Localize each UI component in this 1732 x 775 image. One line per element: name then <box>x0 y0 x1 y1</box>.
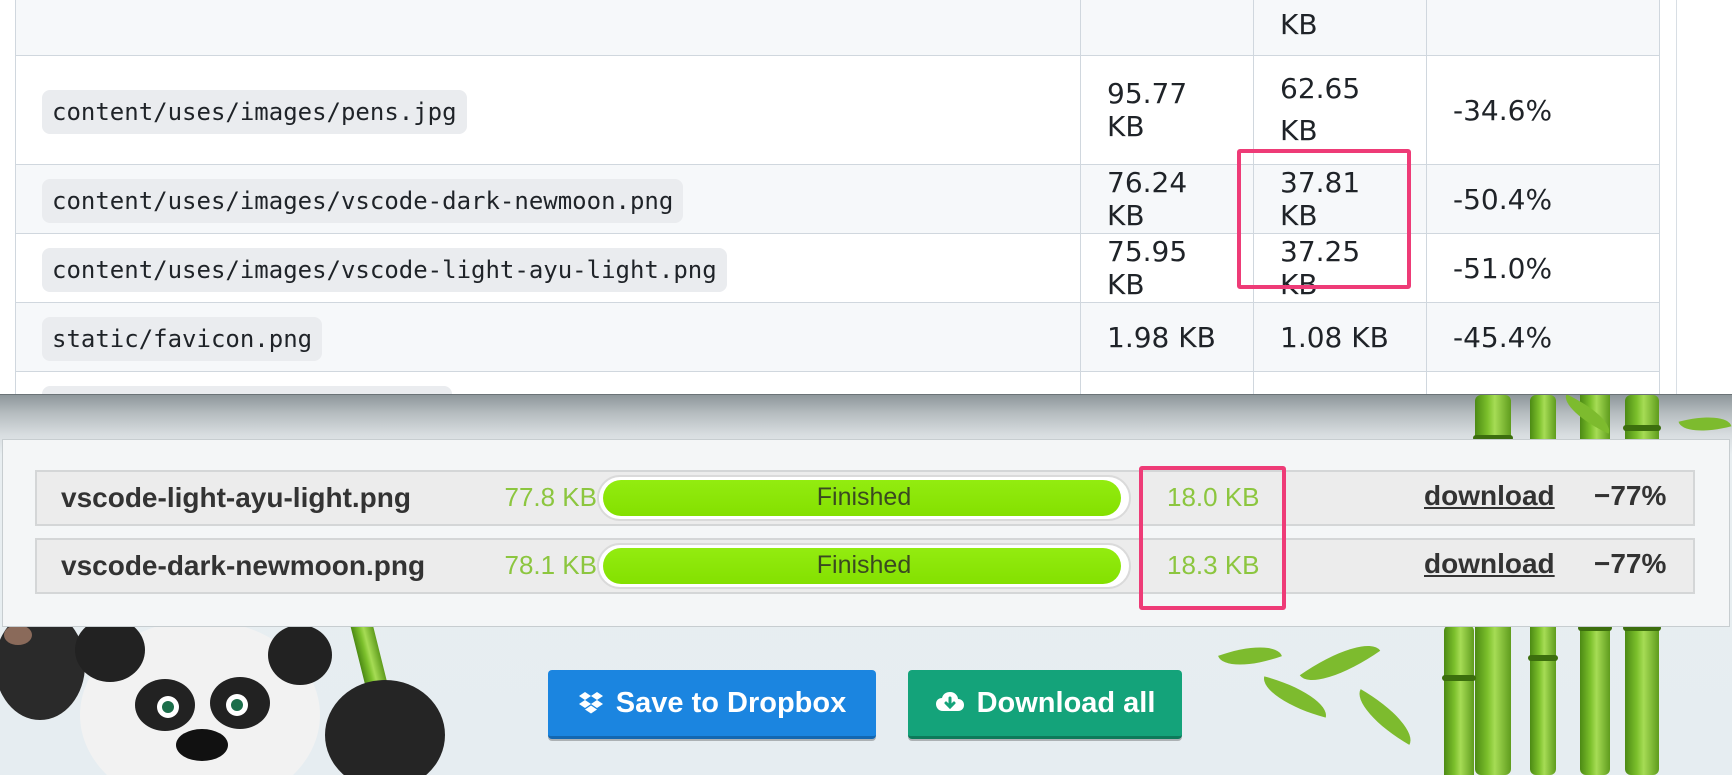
table-row: content/uses/images/vscode-light-ayu-lig… <box>15 233 1660 303</box>
file-path-cell: content/uses/images/pens.jpg <box>15 55 1081 165</box>
compressed-size: 18.3 KB <box>1167 550 1260 580</box>
new-size-cell: 1.08 KB <box>1253 302 1427 372</box>
save-to-dropbox-button[interactable]: Save to Dropbox <box>548 670 876 739</box>
download-link[interactable]: download <box>1424 548 1555 580</box>
download-link[interactable]: download <box>1424 480 1555 512</box>
tinypng-panel: vscode-light-ayu-light.png 77.8 KB Finis… <box>0 394 1732 775</box>
new-size-cell: 62.65 KB <box>1253 55 1427 165</box>
original-size-cell: 75.95 KB <box>1080 233 1254 303</box>
change-cell: -50.4% <box>1426 164 1660 234</box>
savings-percent: −77% <box>1594 480 1667 511</box>
original-size-cell: 95.77 KB <box>1080 55 1254 165</box>
file-name: vscode-dark-newmoon.png <box>61 550 426 581</box>
original-size: 78.1 KB <box>504 550 597 580</box>
list-item: vscode-dark-newmoon.png 78.1 KB Finished… <box>35 538 1695 594</box>
image-size-table: KB content/uses/images/pens.jpg 95.77 KB… <box>15 0 1660 394</box>
file-path-cell: static/img/avatar-me-2x.jpg <box>15 371 1081 394</box>
new-size-cell: 37.81 KB <box>1253 164 1427 234</box>
dropbox-icon <box>578 692 603 714</box>
file-path: content/uses/images/vscode-dark-newmoon.… <box>42 178 684 223</box>
new-size-cell: 1.63 KB <box>1253 371 1427 394</box>
change-cell: -34.6% <box>1426 55 1660 165</box>
change-cell: -51.0% <box>1426 233 1660 303</box>
cloud-download-icon <box>935 692 964 711</box>
change-cell: -58.2% <box>1426 371 1660 394</box>
button-label: Download all <box>976 686 1156 719</box>
table-row: KB <box>15 0 1660 56</box>
table-row: content/uses/images/vscode-dark-newmoon.… <box>15 164 1660 234</box>
original-size-cell: 1.98 KB <box>1080 302 1254 372</box>
change-cell <box>1426 0 1660 56</box>
button-label: Save to Dropbox <box>615 686 847 719</box>
results-panel: vscode-light-ayu-light.png 77.8 KB Finis… <box>2 439 1730 627</box>
progress-bar: Finished <box>597 475 1131 521</box>
progress-label: Finished <box>816 551 912 579</box>
original-size-cell: 76.24 KB <box>1080 164 1254 234</box>
download-all-button[interactable]: Download all <box>908 670 1182 739</box>
change-cell: -45.4% <box>1426 302 1660 372</box>
image-size-table-panel: KB content/uses/images/pens.jpg 95.77 KB… <box>0 0 1732 394</box>
file-name: vscode-light-ayu-light.png <box>61 482 411 513</box>
divider <box>1676 0 1677 394</box>
original-size: 77.8 KB <box>504 482 597 512</box>
progress-bar: Finished <box>597 543 1131 589</box>
file-path-cell: static/favicon.png <box>15 302 1081 372</box>
file-path-cell <box>15 0 1081 56</box>
table-row: static/img/avatar-me-2x.jpg 3.91 KB 1.63… <box>15 371 1660 394</box>
new-size-cell: 37.25 KB <box>1253 233 1427 303</box>
file-path-cell: content/uses/images/vscode-light-ayu-lig… <box>15 233 1081 303</box>
original-size-cell: 3.91 KB <box>1080 371 1254 394</box>
new-size-unit: KB <box>1280 114 1318 147</box>
file-path: content/uses/images/pens.jpg <box>42 89 467 134</box>
progress-label: Finished <box>816 483 912 511</box>
new-size-value: 62.65 <box>1280 72 1361 105</box>
file-path-cell: content/uses/images/vscode-dark-newmoon.… <box>15 164 1081 234</box>
file-path: content/uses/images/vscode-light-ayu-lig… <box>42 247 727 292</box>
savings-percent: −77% <box>1594 548 1667 579</box>
compressed-size: 18.0 KB <box>1167 482 1260 512</box>
new-size-cell: KB <box>1253 0 1427 56</box>
file-path: static/img/avatar-me-2x.jpg <box>42 385 453 394</box>
table-row: static/favicon.png 1.98 KB 1.08 KB -45.4… <box>15 302 1660 372</box>
list-item: vscode-light-ayu-light.png 77.8 KB Finis… <box>35 470 1695 526</box>
table-row: content/uses/images/pens.jpg 95.77 KB 62… <box>15 55 1660 165</box>
file-path: static/favicon.png <box>42 316 323 361</box>
original-size-cell <box>1080 0 1254 56</box>
